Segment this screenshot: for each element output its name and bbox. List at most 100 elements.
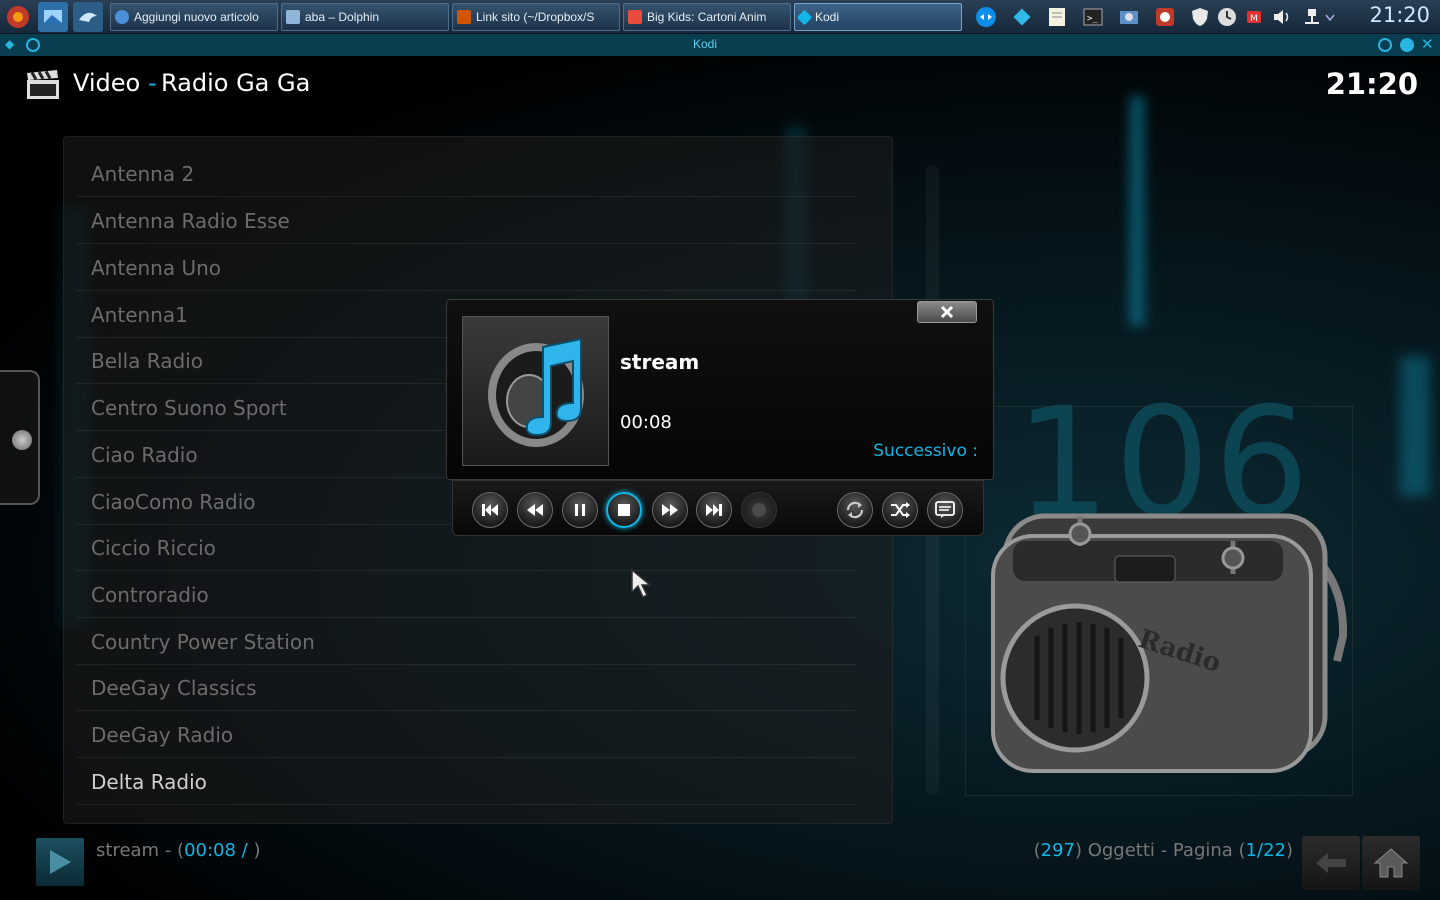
playback-controls: [452, 480, 984, 536]
clock-app-icon[interactable]: [1213, 3, 1241, 31]
header-section-title: Video: [73, 69, 141, 97]
task-label: Link sito (~/Dropbox/S: [476, 10, 595, 24]
music-note-thumbnail-icon: [462, 316, 609, 466]
task-label: Big Kids: Cartoni Anim: [647, 10, 767, 24]
list-item[interactable]: Antenna 2: [76, 151, 856, 197]
stop-button[interactable]: [606, 492, 642, 528]
volume-icon[interactable]: [1268, 3, 1296, 31]
previous-track-button[interactable]: [472, 492, 508, 528]
back-button[interactable]: [1302, 836, 1360, 890]
shield-icon[interactable]: [1186, 3, 1214, 31]
page-value: 1/22: [1245, 840, 1286, 861]
subtitles-button[interactable]: [927, 492, 963, 528]
chevron-down-icon[interactable]: [1322, 3, 1338, 31]
close-icon: [940, 305, 954, 319]
close-button[interactable]: ✕: [1421, 35, 1434, 53]
text-editor-icon: [457, 10, 471, 24]
header-subtitle: Radio Ga Ga: [161, 69, 311, 97]
next-track-button[interactable]: [696, 492, 732, 528]
task-editor[interactable]: Link sito (~/Dropbox/S: [452, 3, 620, 31]
count-open: (: [1033, 840, 1041, 861]
record-button[interactable]: [741, 492, 777, 528]
list-item[interactable]: DeeGay Classics: [76, 665, 856, 711]
task-label: Aggiungi nuovo articolo: [134, 10, 259, 24]
fast-forward-icon: [662, 504, 678, 516]
teamviewer-icon[interactable]: [972, 3, 1000, 31]
desktop-icon[interactable]: [38, 2, 68, 32]
media-player-icon: [628, 10, 642, 24]
pause-icon: [575, 504, 585, 516]
dialog-track-title: stream: [620, 350, 700, 374]
now-playing-title: stream: [96, 840, 160, 861]
screenshot-icon[interactable]: [1115, 3, 1143, 31]
svg-text:>_: >_: [1087, 14, 1098, 24]
home-button[interactable]: [1362, 836, 1420, 890]
video-clapperboard-icon: [26, 70, 60, 100]
repeat-button[interactable]: [837, 492, 873, 528]
task-dolphin[interactable]: aba – Dolphin: [281, 3, 449, 31]
window-title: Kodi: [692, 37, 718, 51]
list-item[interactable]: Antenna Radio Esse: [76, 198, 856, 244]
list-item[interactable]: Controradio: [76, 572, 856, 618]
taskbar: Aggiungi nuovo articolo aba – Dolphin Li…: [0, 0, 1440, 34]
app-menu-icon[interactable]: [3, 2, 33, 32]
bg-light-bar: [1130, 96, 1144, 326]
shuffle-button[interactable]: [882, 492, 918, 528]
mouse-cursor-icon: [630, 568, 654, 600]
radio-artwork: Radio: [964, 405, 1354, 797]
maximize-button[interactable]: [1400, 38, 1414, 52]
now-playing-play-icon[interactable]: [36, 838, 84, 886]
now-playing-dialog: stream 00:08 Successivo :: [446, 299, 994, 480]
terminal-icon[interactable]: >_: [1079, 3, 1107, 31]
count-close: ): [1285, 840, 1293, 861]
task-media[interactable]: Big Kids: Cartoni Anim: [623, 3, 791, 31]
side-menu-tab[interactable]: [0, 370, 40, 505]
now-playing-dash: - (: [159, 840, 185, 861]
rewind-button[interactable]: [517, 492, 553, 528]
record-icon: [752, 503, 766, 517]
skip-back-icon: [482, 504, 498, 516]
minimize-button[interactable]: [1378, 38, 1392, 52]
dialog-next-label: Successivo :: [873, 441, 978, 461]
now-playing-time: 00:08 /: [184, 840, 248, 861]
item-count: (297) Oggetti - Pagina (1/22): [1034, 840, 1293, 861]
folder-icon: [286, 10, 300, 24]
count-label: ) Oggetti - Pagina (: [1074, 840, 1246, 861]
mail-icon[interactable]: M: [1240, 3, 1268, 31]
subtitles-icon: [935, 501, 955, 518]
kodi-tray-icon[interactable]: [1008, 3, 1036, 31]
notes-icon[interactable]: [1043, 3, 1071, 31]
taskbar-clock[interactable]: 21:20: [1369, 3, 1430, 27]
task-chrome[interactable]: Aggiungi nuovo articolo: [110, 3, 278, 31]
task-label: aba – Dolphin: [305, 10, 380, 24]
skip-forward-icon: [706, 504, 722, 516]
dolphin-launcher-icon[interactable]: [73, 2, 103, 32]
repeat-icon: [846, 501, 864, 519]
stop-icon: [618, 504, 630, 516]
list-item[interactable]: Country Power Station: [76, 619, 856, 665]
dialog-track-time: 00:08: [620, 412, 672, 433]
window-titlebar[interactable]: ◆ Kodi ✕: [0, 34, 1440, 56]
pause-button[interactable]: [562, 492, 598, 528]
list-item-focused[interactable]: Delta Radio: [76, 759, 856, 805]
header-separator: -: [148, 69, 157, 97]
task-label: Kodi: [815, 10, 840, 24]
count-value: 297: [1040, 840, 1075, 861]
now-playing-close: ): [247, 840, 261, 861]
now-playing-status: stream - (00:08 / ): [96, 840, 260, 861]
rewind-icon: [527, 504, 543, 516]
list-item[interactable]: Antenna Uno: [76, 245, 856, 291]
list-item[interactable]: DeeGay Radio: [76, 712, 856, 758]
side-menu-knob-icon: [12, 430, 32, 450]
bg-light-bar: [1400, 356, 1430, 496]
kodi-clock: 21:20: [1325, 67, 1418, 101]
chrome-icon: [115, 10, 129, 24]
record-app-icon[interactable]: [1151, 3, 1179, 31]
back-arrow-icon: [1316, 853, 1346, 873]
task-kodi[interactable]: Kodi: [794, 3, 962, 31]
dialog-close-button[interactable]: [917, 301, 977, 323]
home-icon: [1373, 848, 1409, 878]
kodi-icon: [796, 9, 813, 25]
fast-forward-button[interactable]: [652, 492, 688, 528]
shuffle-icon: [891, 502, 910, 518]
